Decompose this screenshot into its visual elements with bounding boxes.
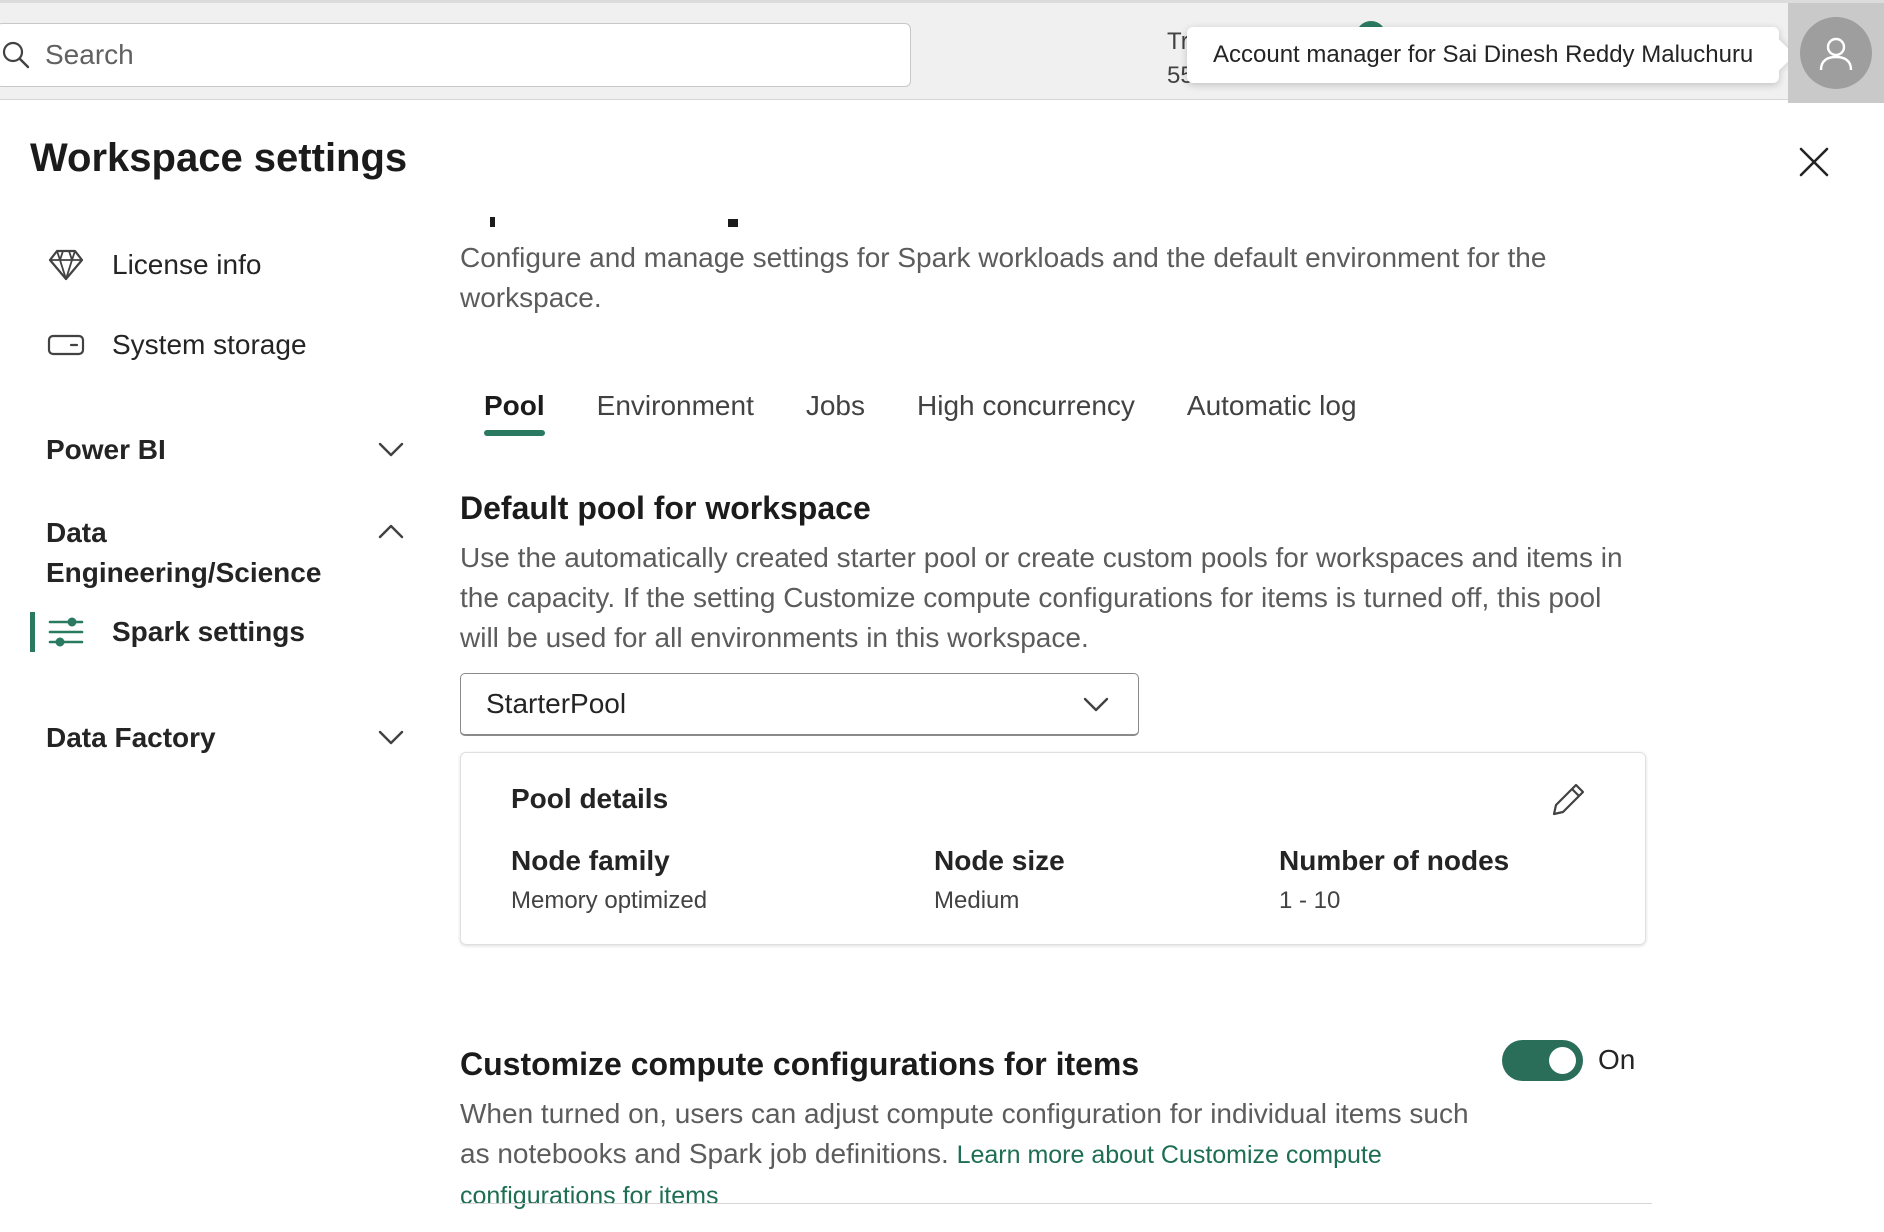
chevron-down-icon xyxy=(378,730,404,745)
sidebar-group-data-engineering[interactable]: Data Engineering/Science xyxy=(46,513,406,593)
sidebar-group-power-bi[interactable]: Power BI xyxy=(46,430,406,470)
sidebar-item-spark-settings[interactable]: Spark settings xyxy=(46,612,305,652)
toggle-knob xyxy=(1549,1047,1576,1074)
close-icon[interactable] xyxy=(1796,144,1832,180)
tooltip-text: Account manager for Sai Dinesh Reddy Mal… xyxy=(1213,41,1754,68)
tab-jobs[interactable]: Jobs xyxy=(806,390,865,436)
search-box[interactable]: Search xyxy=(0,23,911,87)
person-icon xyxy=(1819,37,1853,71)
chevron-down-icon xyxy=(378,442,404,457)
sidebar-item-label: License info xyxy=(112,249,262,280)
avatar xyxy=(1800,17,1872,89)
tab-pool[interactable]: Pool xyxy=(484,390,545,436)
spark-settings-description: Configure and manage settings for Spark … xyxy=(460,242,1547,313)
customize-description: When turned on, users can adjust compute… xyxy=(460,1098,1469,1210)
storage-icon xyxy=(46,325,86,365)
chevron-down-icon xyxy=(1083,697,1109,712)
diamond-icon xyxy=(46,245,86,285)
scrolled-heading-remnant xyxy=(460,205,750,227)
pool-dropdown-value: StarterPool xyxy=(486,688,627,719)
toggle-label: On xyxy=(1598,1044,1636,1075)
tab-environment[interactable]: Environment xyxy=(597,390,754,436)
chevron-up-icon xyxy=(378,524,404,539)
sidebar-item-label: System storage xyxy=(112,329,307,360)
pool-dropdown[interactable]: StarterPool xyxy=(460,673,1139,736)
sidebar-item-system-storage[interactable]: System storage xyxy=(46,325,307,365)
account-manager-button[interactable] xyxy=(1788,3,1884,103)
dialog-title: Workspace settings xyxy=(30,136,408,180)
node-size-field: Node size Medium xyxy=(934,845,1065,914)
default-pool-heading: Default pool for workspace xyxy=(460,490,871,526)
top-bar: Search Tr 55 Account manager for Sai Din… xyxy=(0,0,1884,103)
pool-details-title: Pool details xyxy=(511,783,669,814)
divider xyxy=(460,1203,1652,1204)
settings-tabs: Pool Environment Jobs High concurrency A… xyxy=(484,390,1409,436)
default-pool-description: Use the automatically created starter po… xyxy=(460,542,1623,653)
tab-high-concurrency[interactable]: High concurrency xyxy=(917,390,1135,436)
pencil-icon[interactable] xyxy=(1551,781,1587,817)
sidebar-item-label: Spark settings xyxy=(112,616,305,647)
number-of-nodes-field: Number of nodes 1 - 10 xyxy=(1279,845,1510,914)
active-indicator xyxy=(30,612,35,652)
customize-toggle[interactable] xyxy=(1502,1040,1583,1081)
sidebar-group-data-factory[interactable]: Data Factory xyxy=(46,718,406,758)
search-icon xyxy=(2,41,30,69)
customize-heading: Customize compute configurations for ite… xyxy=(460,1046,1140,1082)
tab-automatic-log[interactable]: Automatic log xyxy=(1187,390,1357,436)
sidebar-item-license-info[interactable]: License info xyxy=(46,245,261,285)
sliders-icon xyxy=(46,612,86,652)
node-family-field: Node family Memory optimized xyxy=(511,845,708,914)
search-input[interactable]: Search xyxy=(45,39,134,71)
pool-details-card: Pool details Node family Memory optimize… xyxy=(460,752,1646,945)
account-manager-tooltip: Account manager for Sai Dinesh Reddy Mal… xyxy=(1187,27,1795,83)
